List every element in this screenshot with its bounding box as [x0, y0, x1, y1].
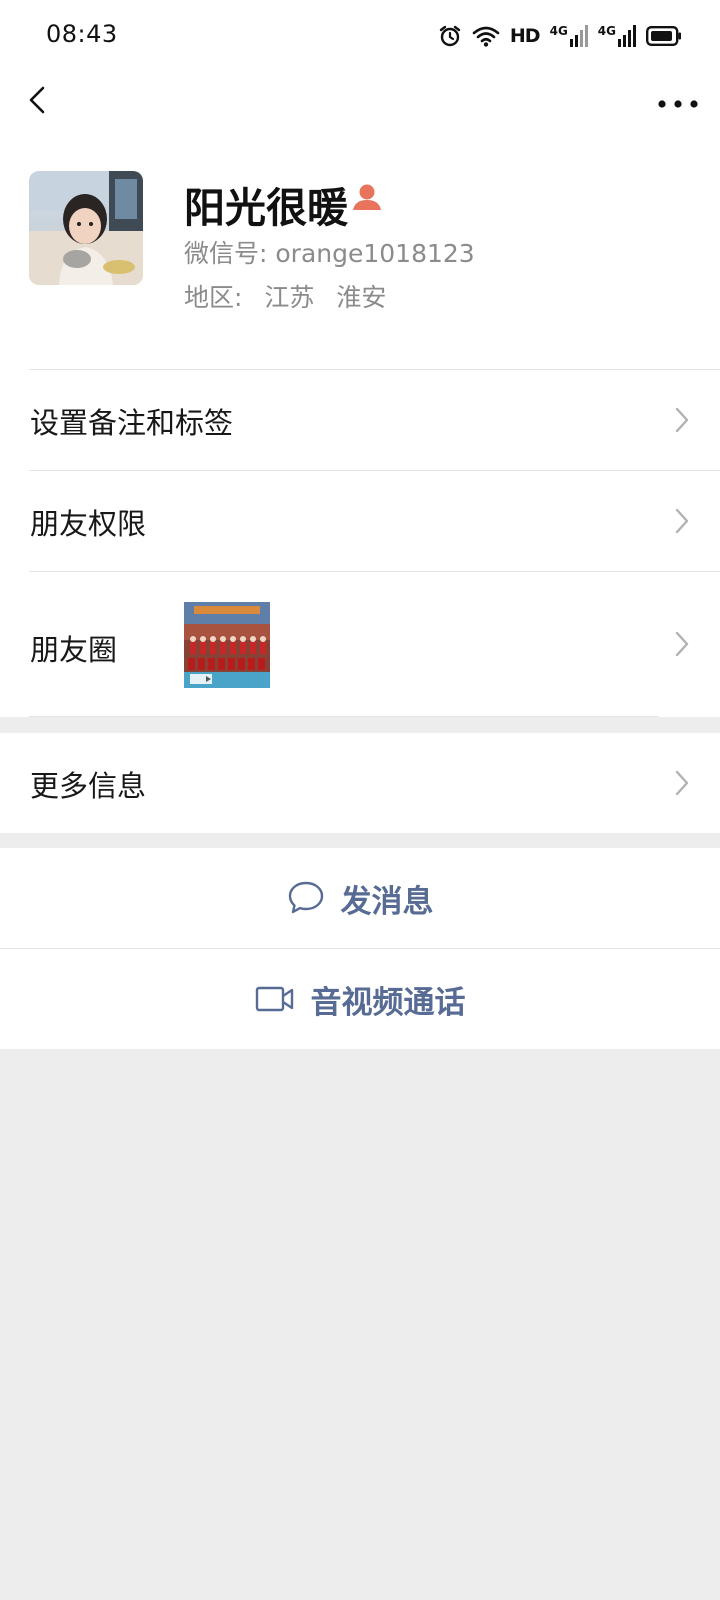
signal-1: 4G: [550, 25, 588, 47]
video-call-label: 音视频通话: [310, 984, 466, 1021]
more-info-row[interactable]: 更多信息: [0, 733, 720, 833]
region-city: 淮安: [336, 283, 387, 312]
signal-bars-icon: [569, 25, 588, 47]
more-info-label: 更多信息: [30, 769, 147, 803]
alarm-icon: [439, 25, 461, 47]
avatar-photo: [29, 171, 143, 285]
contact-profile-screen: 08:43 HD 4G 4G 阳光很暖 微信号: orange1018123 地…: [0, 0, 720, 1600]
region-label: 地区:: [184, 283, 243, 312]
moments-row[interactable]: 朋友圈: [0, 572, 720, 717]
status-time: 08:43: [46, 20, 118, 48]
network-type-2: 4G: [597, 24, 616, 38]
signal-2: 4G: [598, 25, 636, 47]
hd-indicator: HD: [509, 25, 541, 47]
profile-header: 阳光很暖 微信号: orange1018123 地区: 江苏 淮安: [0, 160, 720, 360]
video-call-button[interactable]: 音视频通话: [0, 949, 720, 1049]
profile-name: 阳光很暖: [184, 184, 348, 232]
chevron-right-icon: [675, 407, 689, 433]
more-options-button[interactable]: [652, 78, 704, 122]
chevron-right-icon: [675, 508, 689, 534]
send-message-button[interactable]: 发消息: [0, 848, 720, 948]
send-message-label: 发消息: [340, 883, 434, 920]
remark-tags-row[interactable]: 设置备注和标签: [0, 370, 720, 470]
friend-permissions-label: 朋友权限: [30, 507, 147, 541]
signal-bars-icon: [618, 25, 636, 47]
moments-label: 朋友圈: [30, 633, 118, 667]
chat-bubble-icon: [288, 881, 323, 914]
moments-thumbnail[interactable]: [184, 602, 270, 688]
chevron-left-icon: [29, 86, 45, 114]
more-dots-icon: [658, 100, 698, 108]
back-button[interactable]: [18, 78, 62, 122]
status-bar: 08:43 HD 4G 4G: [0, 0, 720, 72]
video-camera-icon: [255, 986, 293, 1012]
wifi-icon: [472, 26, 500, 47]
female-icon: [353, 184, 381, 210]
region: 地区: 江苏 淮安: [184, 278, 386, 314]
divider: [29, 716, 658, 717]
remark-tags-label: 设置备注和标签: [30, 406, 234, 440]
chevron-right-icon: [675, 631, 689, 657]
status-icons: HD 4G 4G: [438, 22, 682, 50]
avatar[interactable]: [29, 171, 143, 285]
network-type-1: 4G: [549, 24, 568, 38]
nav-bar: [0, 72, 720, 128]
battery-icon: [646, 26, 681, 46]
wechat-id: 微信号: orange1018123: [184, 239, 475, 268]
friend-permissions-row[interactable]: 朋友权限: [0, 471, 720, 571]
region-province: 江苏: [264, 283, 315, 312]
chevron-right-icon: [675, 770, 689, 796]
moments-photo: [184, 602, 270, 688]
